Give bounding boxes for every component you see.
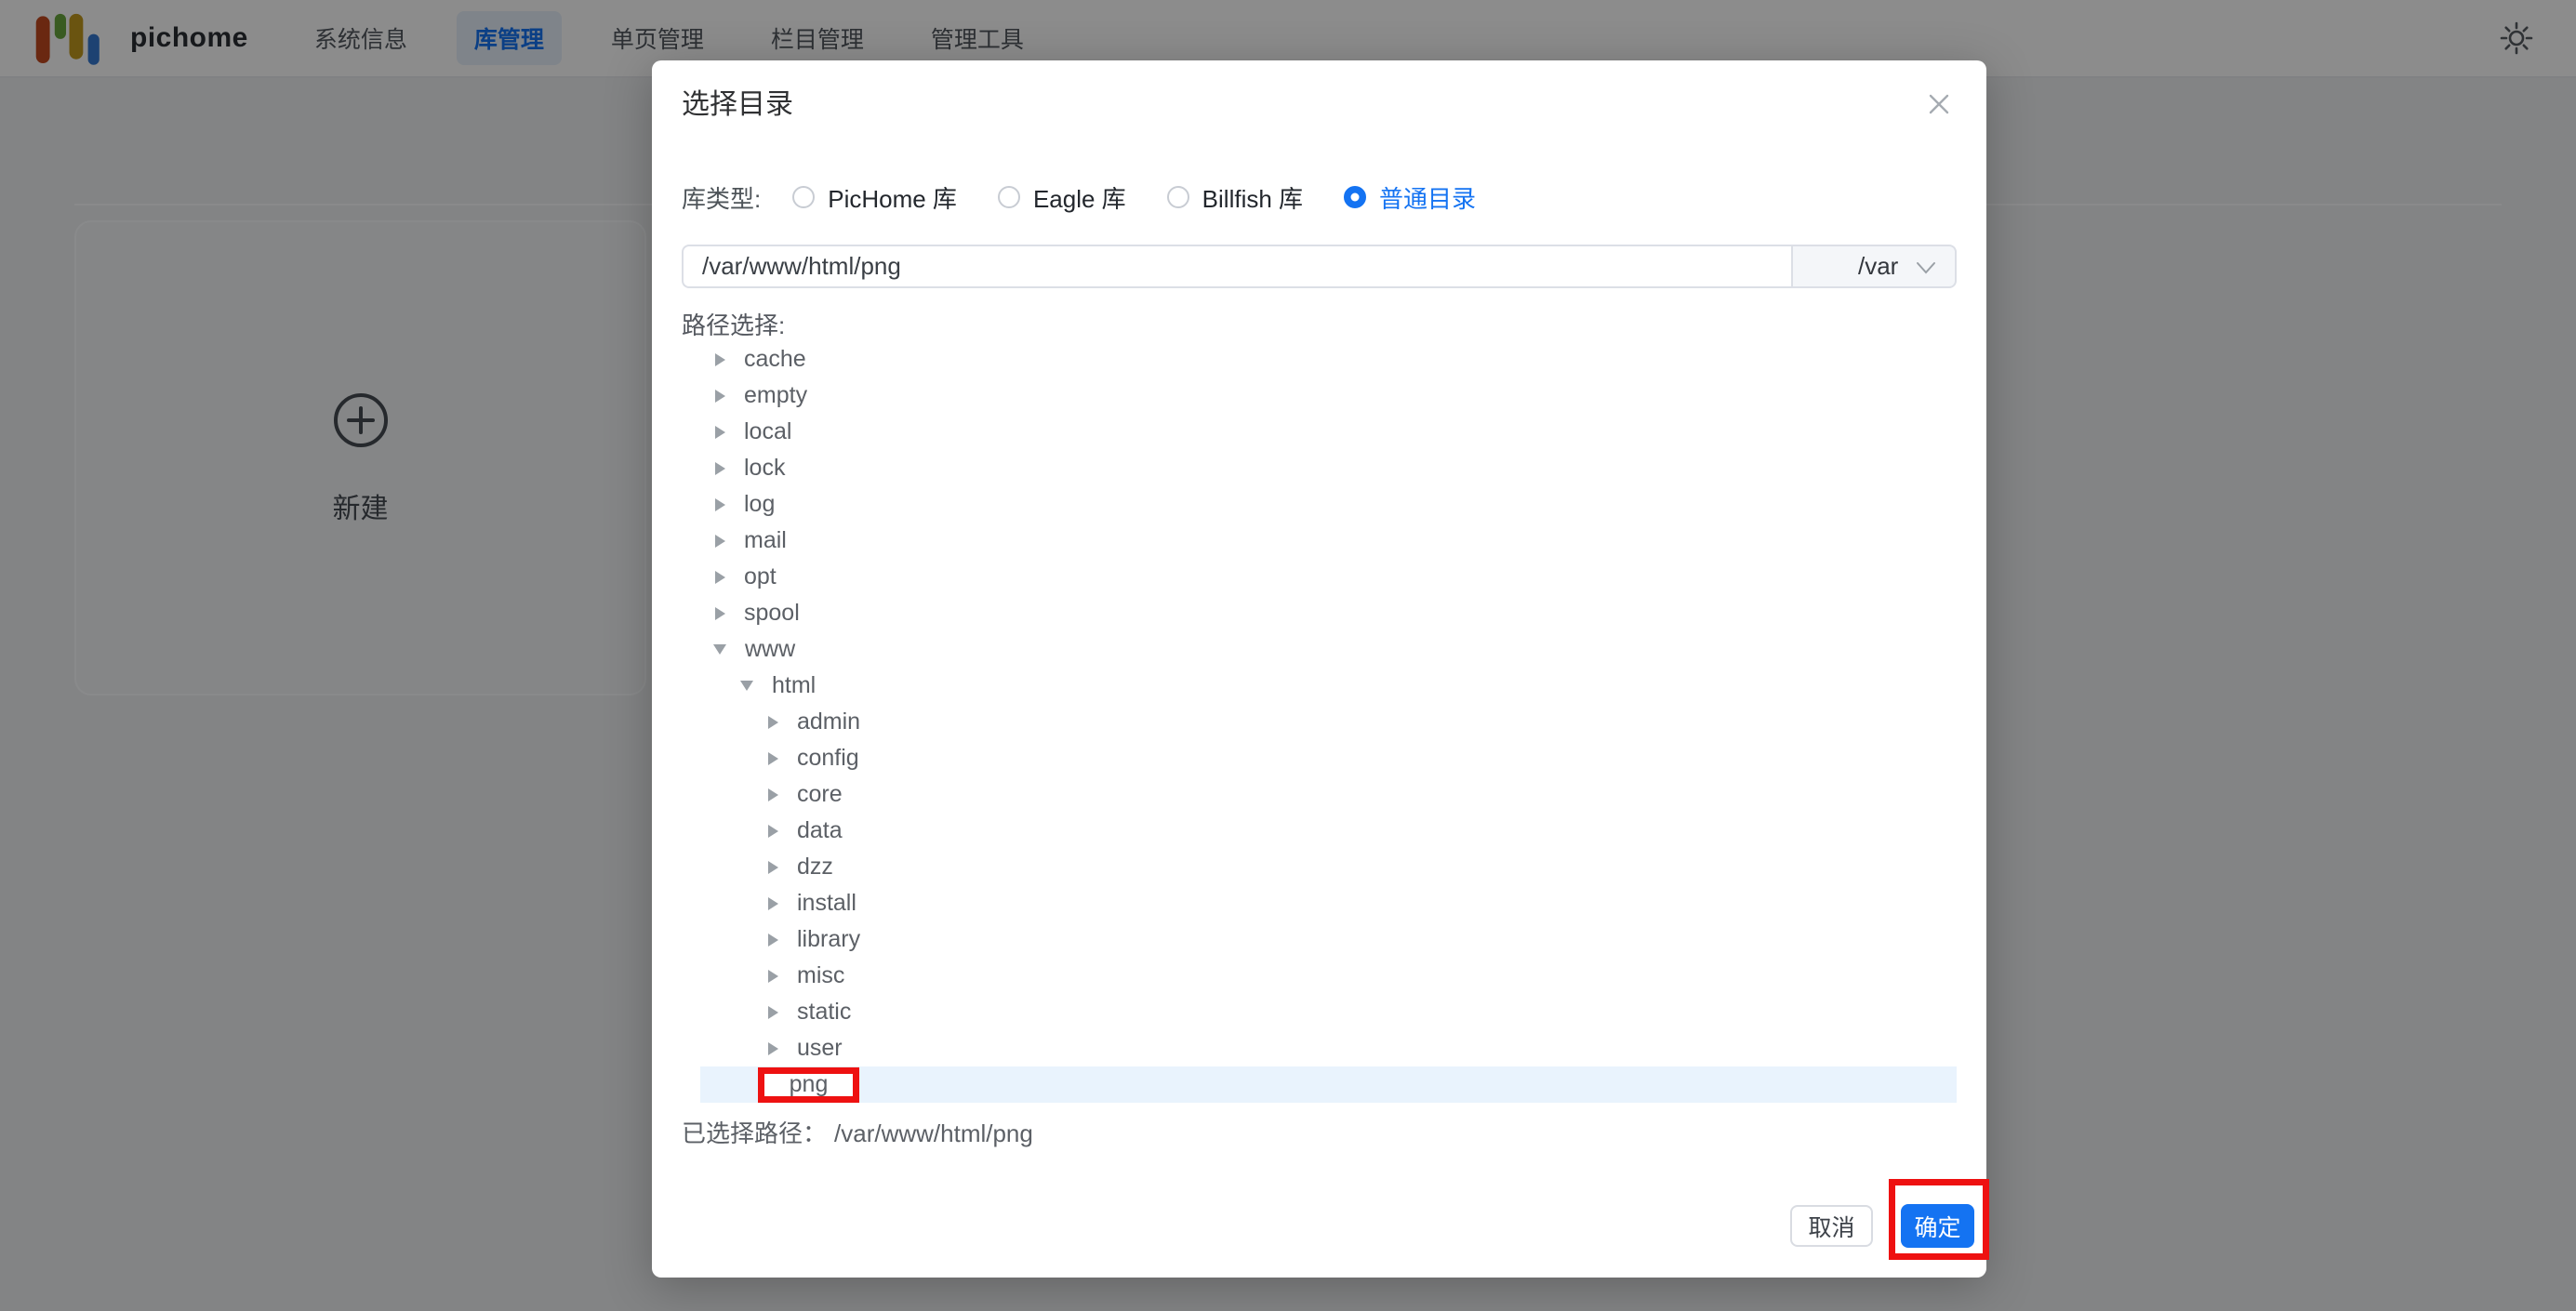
path-input-row: /var (682, 245, 1957, 288)
tree-node-label: dzz (797, 854, 833, 881)
caret-right-icon[interactable] (768, 861, 778, 874)
caret-right-icon[interactable] (768, 897, 778, 910)
caret-right-icon[interactable] (715, 535, 725, 548)
dialog-footer: 取消 确定 (682, 1204, 1957, 1248)
chevron-down-icon (1916, 259, 1936, 276)
tree-node-dzz[interactable]: dzz (700, 849, 1957, 885)
tree-node-label: user (797, 1035, 843, 1062)
tree-node-core[interactable]: core (700, 776, 1957, 813)
tree-node-user[interactable]: user (700, 1030, 1957, 1066)
cancel-button[interactable]: 取消 (1790, 1205, 1873, 1247)
radio-label: Eagle 库 (1033, 180, 1126, 215)
tree-node-install[interactable]: install (700, 885, 1957, 921)
root-select[interactable]: /var (1791, 245, 1957, 288)
tree-node-lock[interactable]: lock (700, 450, 1957, 486)
library-type-radio-2[interactable]: Billfish 库 (1167, 180, 1303, 215)
close-icon[interactable] (1925, 90, 1953, 118)
caret-right-icon[interactable] (768, 970, 778, 983)
tree-node-label: png (790, 1071, 829, 1098)
library-type-radio-3[interactable]: 普通目录 (1344, 180, 1476, 215)
tree-node-label: config (797, 745, 859, 772)
tree-node-label: mail (744, 527, 787, 554)
selected-path-label: 已选择路径： (682, 1118, 827, 1149)
tree-node-label: log (744, 491, 775, 518)
caret-right-icon[interactable] (715, 426, 725, 439)
tree-node-label: cache (744, 346, 806, 373)
tree-node-log[interactable]: log (700, 486, 1957, 523)
library-type-label: 库类型: (682, 180, 761, 215)
tree-node-label: opt (744, 563, 777, 590)
confirm-button-wrap: 确定 (1901, 1204, 1974, 1248)
tree-node-label: data (797, 817, 843, 844)
caret-down-icon[interactable] (740, 681, 753, 691)
radio-label: PicHome 库 (828, 180, 957, 215)
tree-node-spool[interactable]: spool (700, 595, 1957, 631)
root-select-value: /var (1858, 252, 1898, 281)
selected-path-value: /var/www/html/png (834, 1118, 1033, 1149)
tree-node-label: static (797, 999, 851, 1026)
caret-right-icon[interactable] (768, 752, 778, 765)
radio-checked-icon (1344, 186, 1366, 208)
radio-unchecked-icon (792, 186, 815, 208)
tree-node-png[interactable]: png (700, 1066, 1957, 1103)
tree-node-label: spool (744, 600, 800, 627)
tree-node-misc[interactable]: misc (700, 958, 1957, 994)
tree-node-empty[interactable]: empty (700, 377, 1957, 414)
tree-node-static[interactable]: static (700, 994, 1957, 1030)
tree-node-admin[interactable]: admin (700, 704, 1957, 740)
caret-right-icon[interactable] (715, 607, 725, 620)
dialog-title: 选择目录 (682, 86, 1957, 124)
library-type-radio-group: PicHome 库 Eagle 库 Billfish 库 普通目录 (792, 180, 1517, 215)
radio-label: Billfish 库 (1202, 180, 1303, 215)
tree-node-label: library (797, 926, 860, 953)
caret-right-icon[interactable] (768, 934, 778, 947)
tree-node-label: www (745, 636, 795, 663)
tree-node-label: lock (744, 455, 785, 482)
library-type-radio-1[interactable]: Eagle 库 (998, 180, 1126, 215)
radio-unchecked-icon (998, 186, 1020, 208)
radio-label: 普通目录 (1379, 180, 1476, 215)
tree-node-label: misc (797, 962, 844, 989)
tree-node-label: html (772, 672, 816, 699)
tree-node-label: install (797, 890, 856, 917)
confirm-button[interactable]: 确定 (1901, 1204, 1974, 1248)
selected-path-row: 已选择路径： /var/www/html/png (682, 1118, 1957, 1149)
caret-right-icon[interactable] (768, 1006, 778, 1019)
library-type-radio-0[interactable]: PicHome 库 (792, 180, 957, 215)
caret-right-icon[interactable] (715, 571, 725, 584)
tree-node-html[interactable]: html (700, 668, 1957, 704)
tree-node-mail[interactable]: mail (700, 523, 1957, 559)
caret-right-icon[interactable] (768, 1042, 778, 1055)
directory-tree: cache empty local lock log mail opt spool www htm… (700, 341, 1957, 1103)
tree-node-www[interactable]: www (700, 631, 1957, 668)
radio-unchecked-icon (1167, 186, 1189, 208)
path-input[interactable] (682, 245, 1791, 288)
tree-node-local[interactable]: local (700, 414, 1957, 450)
tree-node-label: core (797, 781, 843, 808)
select-directory-dialog: 选择目录 库类型: PicHome 库 Eagle 库 Billfish 库 普通目录… (652, 60, 1986, 1278)
caret-right-icon[interactable] (715, 462, 725, 475)
path-section-label: 路径选择: (682, 310, 1957, 341)
tree-node-cache[interactable]: cache (700, 341, 1957, 377)
library-type-row: 库类型: PicHome 库 Eagle 库 Billfish 库 普通目录 (682, 181, 1957, 213)
caret-right-icon[interactable] (715, 390, 725, 403)
tree-node-opt[interactable]: opt (700, 559, 1957, 595)
tree-node-library[interactable]: library (700, 921, 1957, 958)
caret-down-icon[interactable] (713, 644, 726, 655)
annotation-box-selected-node: png (758, 1067, 859, 1103)
caret-right-icon[interactable] (715, 353, 725, 366)
caret-right-icon[interactable] (768, 788, 778, 801)
caret-right-icon[interactable] (768, 716, 778, 729)
caret-right-icon[interactable] (715, 498, 725, 511)
tree-node-label: local (744, 418, 791, 445)
tree-node-label: empty (744, 382, 807, 409)
tree-node-label: admin (797, 708, 860, 735)
tree-node-config[interactable]: config (700, 740, 1957, 776)
tree-node-data[interactable]: data (700, 813, 1957, 849)
caret-right-icon[interactable] (768, 825, 778, 838)
